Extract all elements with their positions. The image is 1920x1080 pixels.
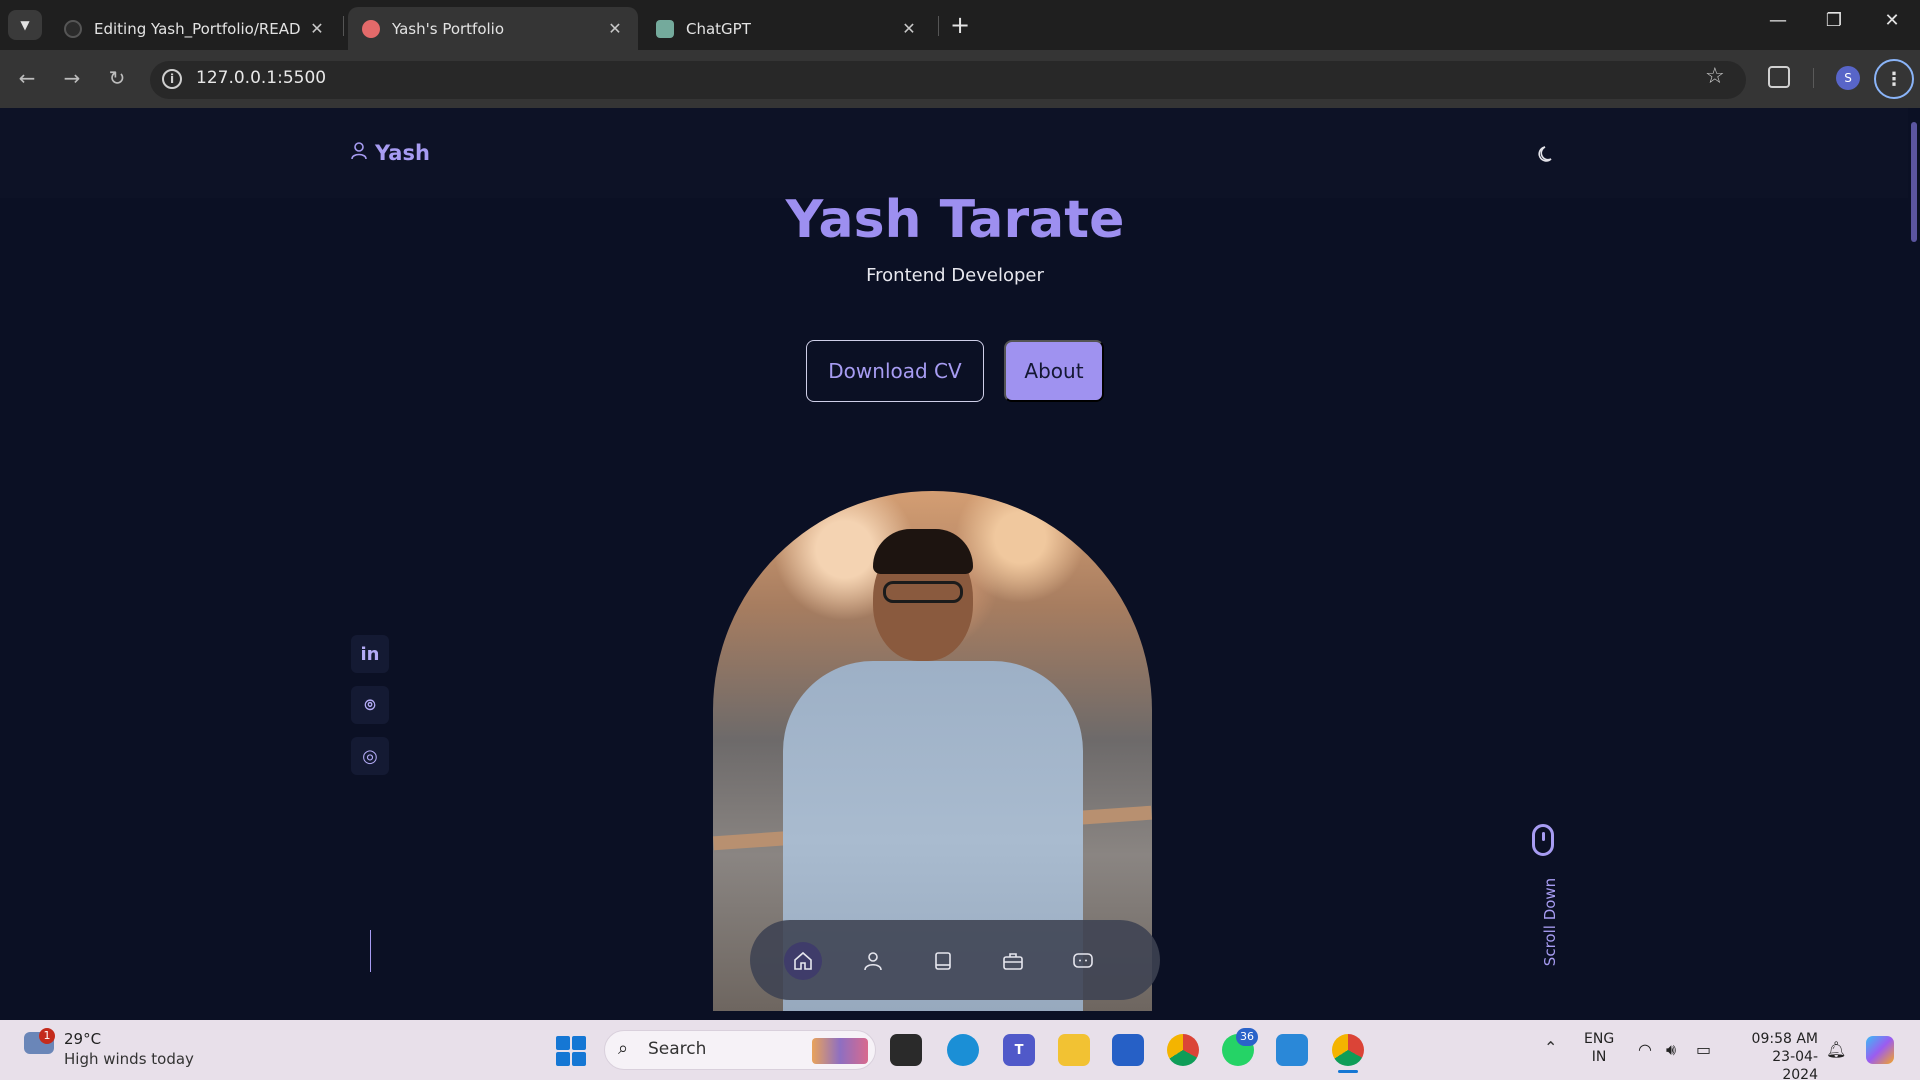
- weather-temperature[interactable]: 29°C: [64, 1030, 101, 1048]
- file-explorer-icon[interactable]: [1058, 1034, 1090, 1066]
- back-arrow-icon[interactable]: ←: [12, 66, 42, 90]
- search-highlight-icon: [812, 1038, 868, 1064]
- moon-icon[interactable]: [1537, 144, 1557, 169]
- scroll-down-label[interactable]: Scroll Down: [1541, 878, 1559, 966]
- hero-role: Frontend Developer: [866, 265, 1044, 286]
- portfolio-page: Yash Yash Tarate Frontend Developer Down…: [0, 108, 1920, 1020]
- weather-alert-badge: 1: [39, 1028, 55, 1044]
- windows-start-icon[interactable]: [556, 1036, 586, 1066]
- tab-github-readme[interactable]: Editing Yash_Portfolio/READM ✕: [50, 7, 340, 50]
- task-view-icon[interactable]: [890, 1034, 922, 1066]
- address-bar-url[interactable]: 127.0.0.1:5500: [196, 68, 326, 88]
- github-favicon-icon: [64, 19, 82, 38]
- bottom-navigation: [750, 920, 1160, 1000]
- close-icon[interactable]: ✕: [606, 19, 624, 38]
- profile-avatar[interactable]: S: [1836, 66, 1860, 90]
- home-icon[interactable]: [784, 942, 822, 980]
- site-logo[interactable]: Yash: [351, 141, 430, 165]
- instagram-icon[interactable]: ◎: [351, 737, 389, 775]
- teams-icon[interactable]: T: [1003, 1034, 1035, 1066]
- vscode-icon[interactable]: [1276, 1034, 1308, 1066]
- tab-title: ChatGPT: [686, 19, 751, 38]
- clock-date: 23-04-2024: [1772, 1049, 1818, 1080]
- battery-icon[interactable]: ▭: [1696, 1040, 1711, 1059]
- mouse-icon[interactable]: [1532, 824, 1554, 856]
- wifi-icon[interactable]: ◠: [1638, 1040, 1652, 1059]
- tab-separator: [938, 16, 939, 36]
- close-window-icon[interactable]: ✕: [1872, 10, 1912, 31]
- clock-time: 09:58 AM: [1751, 1031, 1818, 1047]
- system-clock[interactable]: 09:58 AM 23-04-2024: [1738, 1030, 1818, 1080]
- toolbar-separator: [1813, 68, 1814, 88]
- browser-menu-icon[interactable]: ⋮: [1874, 59, 1914, 99]
- new-tab-plus-icon[interactable]: +: [950, 12, 970, 38]
- taskbar-search-placeholder[interactable]: Search: [648, 1039, 706, 1059]
- tab-chatgpt[interactable]: ChatGPT ✕: [642, 7, 932, 50]
- language-indicator[interactable]: ENG IN: [1584, 1030, 1614, 1066]
- restore-icon[interactable]: ❐: [1814, 10, 1854, 31]
- microsoft-store-icon[interactable]: [1112, 1034, 1144, 1066]
- portfolio-favicon-icon: [362, 19, 380, 38]
- weather-description[interactable]: High winds today: [64, 1050, 194, 1068]
- forward-arrow-icon[interactable]: →: [57, 66, 87, 90]
- active-app-indicator: [1338, 1070, 1358, 1073]
- search-icon: ⌕: [618, 1038, 629, 1059]
- language-line2: IN: [1591, 1049, 1607, 1065]
- github-icon[interactable]: ⌾: [351, 686, 389, 724]
- download-cv-button[interactable]: Download CV: [806, 340, 984, 402]
- user-icon[interactable]: [854, 942, 892, 980]
- close-icon[interactable]: ✕: [900, 19, 918, 38]
- tab-search-button[interactable]: ▼: [8, 10, 42, 40]
- book-icon[interactable]: [924, 942, 962, 980]
- minimize-icon[interactable]: —: [1758, 10, 1798, 31]
- close-icon[interactable]: ✕: [308, 19, 326, 38]
- chrome-profile-icon[interactable]: [1332, 1034, 1364, 1066]
- whatsapp-notification-badge: 36: [1236, 1028, 1258, 1046]
- tab-title: Editing Yash_Portfolio/READM: [94, 19, 300, 38]
- briefcase-icon[interactable]: [994, 942, 1032, 980]
- edge-icon[interactable]: [947, 1034, 979, 1066]
- bookmark-star-icon[interactable]: ☆: [1705, 64, 1725, 89]
- reload-icon[interactable]: ↻: [102, 66, 132, 90]
- language-line1: ENG: [1584, 1031, 1615, 1047]
- site-header: [0, 108, 1910, 198]
- address-bar[interactable]: [150, 61, 1746, 99]
- chrome-icon[interactable]: [1167, 1034, 1199, 1066]
- extensions-icon[interactable]: [1768, 66, 1790, 88]
- scrollbar-thumb[interactable]: [1911, 122, 1917, 242]
- linkedin-icon[interactable]: in: [351, 635, 389, 673]
- social-divider-line: [370, 930, 371, 972]
- message-icon[interactable]: [1064, 942, 1102, 980]
- volume-icon[interactable]: 🔊︎: [1666, 1040, 1676, 1060]
- user-icon: [351, 141, 367, 165]
- tab-portfolio[interactable]: Yash's Portfolio ✕: [348, 7, 638, 50]
- notification-bell-icon[interactable]: 🔔︎: [1826, 1040, 1846, 1059]
- copilot-icon[interactable]: [1866, 1036, 1894, 1064]
- about-button[interactable]: About: [1004, 340, 1104, 402]
- chevron-down-icon: ▼: [20, 18, 30, 32]
- tab-title: Yash's Portfolio: [392, 19, 505, 38]
- chevron-up-icon[interactable]: ⌃: [1544, 1038, 1557, 1057]
- chatgpt-favicon-icon: [656, 19, 674, 38]
- tab-separator: [343, 16, 344, 36]
- logo-text: Yash: [375, 141, 430, 165]
- site-info-icon[interactable]: i: [162, 69, 182, 89]
- page-scrollbar[interactable]: [1908, 108, 1920, 1020]
- hero-name: Yash Tarate: [785, 190, 1125, 250]
